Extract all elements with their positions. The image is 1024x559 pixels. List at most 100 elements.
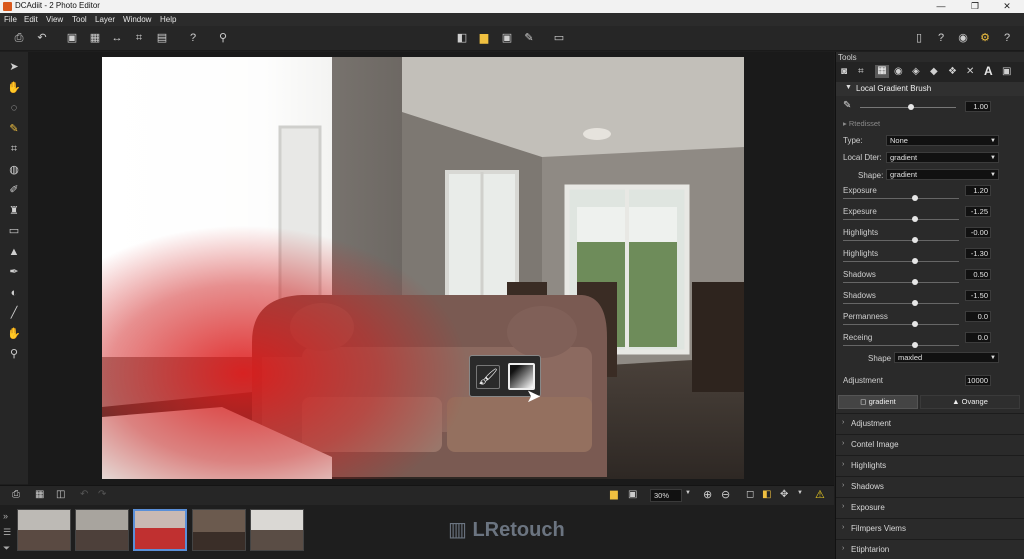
camera-icon[interactable]: ◙ [841,66,847,77]
shapes-icon[interactable]: ◐ [6,285,22,301]
type-select[interactable]: None ▼ [886,135,999,146]
slider-value[interactable]: -1.30 [965,248,991,259]
adjust-slider[interactable] [843,279,959,285]
adjust-slider[interactable] [843,342,959,348]
lasso-icon[interactable]: ◌ [6,100,22,116]
expand-icon[interactable]: ✥ [780,489,788,500]
folder-small-icon[interactable]: ▆ [610,489,618,500]
folder-icon[interactable]: ▭ [552,31,566,45]
tag-icon[interactable]: ❖ [948,66,957,77]
frame-icon[interactable]: ▣ [628,489,637,500]
thumbnail-3-selected[interactable] [133,509,187,551]
layers-icon[interactable]: ▆ [477,31,491,45]
adjust-slider[interactable] [843,237,959,243]
export-icon[interactable]: ⎙ [12,489,20,500]
slider-knob[interactable] [911,342,918,348]
slider-value[interactable]: 1.20 [965,185,991,196]
filter-icon[interactable]: ⏷ [3,543,10,554]
question-icon[interactable]: ? [934,31,948,45]
zoom-dropdown-icon[interactable]: ▼ [685,490,691,496]
collapsed-section[interactable]: › Etiphtarion [836,539,1024,559]
collapsed-section[interactable]: › Shadows [836,476,1024,496]
thumbnail-1[interactable] [17,509,71,551]
maximize-button[interactable]: ❐ [958,0,992,13]
magnifier-icon[interactable]: ⚲ [6,346,22,362]
hand-tool-icon[interactable]: ✋ [6,326,22,342]
zoom-out-icon[interactable]: ⊖ [721,488,730,501]
gradient-tab-icon[interactable]: ▦ [875,65,889,78]
circle-icon[interactable]: ◉ [956,31,970,45]
zoom-icon[interactable]: ⚲ [216,31,230,45]
collapsed-section[interactable]: › Highlights [836,455,1024,475]
phone-icon[interactable]: ▯ [912,31,926,45]
triangle-icon[interactable]: ▲ [6,244,22,260]
slider-knob[interactable] [908,104,914,110]
tab-gradient[interactable]: ◻ gradient [838,395,918,409]
menu-view[interactable]: View [46,15,63,24]
section-header[interactable]: ▼ Local Gradient Brush [836,82,1024,96]
slider-value[interactable]: -0.00 [965,227,991,238]
slider-value[interactable]: -1.50 [965,290,991,301]
resize-icon[interactable]: ▦ [88,31,102,45]
pen-tool-icon[interactable]: ✒ [6,264,22,280]
adjust-slider[interactable] [843,321,959,327]
slider-knob[interactable] [911,237,918,243]
slider-knob[interactable] [911,321,918,327]
gradient-tool-icon[interactable]: ▭ [6,223,22,239]
brush-size-slider[interactable] [860,104,956,110]
expand-strip-icon[interactable]: » [3,511,8,521]
adjust-slider[interactable] [843,216,959,222]
layers-tab-icon[interactable]: ◈ [912,66,920,77]
collapsed-section[interactable]: › Filmpers Viems [836,518,1024,538]
crop-tab-icon[interactable]: ⌗ [858,66,864,77]
slider-knob[interactable] [911,216,918,222]
brush-value[interactable]: 1.00 [965,101,991,112]
slider-value[interactable]: -1.25 [965,206,991,217]
tab-orange[interactable]: ▲ Ovange [920,395,1020,409]
grid-icon[interactable]: ▦ [35,489,44,500]
zoom-field[interactable]: 30% [650,489,682,502]
mask-icon[interactable]: ▣ [500,31,514,45]
panel-icon[interactable]: ◧ [455,31,469,45]
text-icon[interactable]: A [984,64,993,78]
undo-disabled-icon[interactable]: ↶ [80,489,88,500]
circle-tool-icon[interactable]: ◍ [6,162,22,178]
help-icon[interactable]: ? [186,31,200,45]
redo-disabled-icon[interactable]: ↷ [98,489,106,500]
stamp-icon[interactable]: ♜ [6,203,22,219]
slider-knob[interactable] [911,279,918,285]
local-filter-select[interactable]: gradient ▼ [886,152,999,163]
shape-select[interactable]: gradient ▼ [886,169,999,180]
menu-window[interactable]: Window [123,15,151,24]
menu-layer[interactable]: Layer [95,15,115,24]
pen-icon[interactable]: ✎ [522,31,536,45]
line-icon[interactable]: ╱ [6,305,22,321]
gear-icon[interactable]: ⚙ [978,31,992,45]
minimize-button[interactable]: — [924,0,958,13]
effects-icon[interactable]: ✕ [966,66,974,77]
warning-icon[interactable]: ⚠ [815,488,825,501]
before-after-icon[interactable]: ◧ [762,489,771,500]
eye-icon[interactable]: ◉ [894,66,903,77]
list-icon[interactable]: ☰ [3,527,11,538]
width-icon[interactable]: ↔ [110,31,124,45]
adjust-slider[interactable] [843,300,959,306]
save-icon[interactable]: ▤ [155,31,169,45]
collapsed-section[interactable]: › Adjustment [836,413,1024,433]
thumbnail-2[interactable] [75,509,129,551]
slider-value[interactable]: 0.0 [965,332,991,343]
compare-icon[interactable]: ◫ [56,489,65,500]
crop-tool-icon[interactable]: ⌗ [6,141,22,157]
slider-knob[interactable] [911,258,918,264]
close-button[interactable]: ✕ [990,0,1024,13]
menu-edit[interactable]: Edit [24,15,38,24]
view-dropdown-icon[interactable]: ▼ [797,490,803,496]
info-icon[interactable]: ? [1000,31,1014,45]
import-icon[interactable]: ⎙ [12,31,26,45]
hand-icon[interactable]: ✋ [6,80,22,96]
slider-value[interactable]: 0.50 [965,269,991,280]
adjust-slider[interactable] [843,258,959,264]
menu-file[interactable]: File [4,15,17,24]
brush-tool-icon[interactable]: ✎ [6,121,22,137]
eyedropper-icon[interactable]: ✐ [6,182,22,198]
